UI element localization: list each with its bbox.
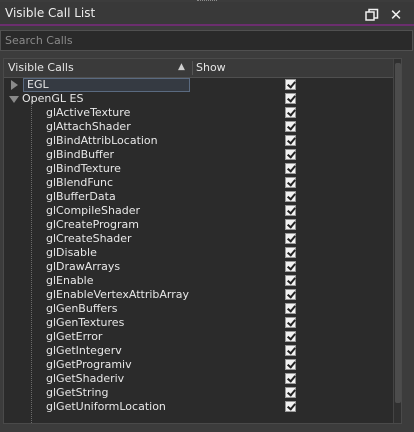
call-label: glDisable <box>46 246 97 259</box>
scrollbar-thumb[interactable] <box>395 63 401 403</box>
call-label: glBlendFunc <box>46 176 114 189</box>
show-checkbox[interactable] <box>285 359 296 370</box>
call-row[interactable]: glGetUniformLocation <box>4 400 393 414</box>
call-row[interactable]: glGetProgramiv <box>4 358 393 372</box>
tree-group-row[interactable]: EGL <box>4 78 393 92</box>
column-header-calls[interactable]: Visible Calls <box>8 61 74 74</box>
call-row[interactable]: glBindBuffer <box>4 148 393 162</box>
call-label: glBindAttribLocation <box>46 134 158 147</box>
show-checkbox[interactable] <box>285 135 296 146</box>
call-row[interactable]: glCompileShader <box>4 204 393 218</box>
search-box[interactable] <box>0 30 413 51</box>
show-checkbox[interactable] <box>285 219 296 230</box>
show-checkbox[interactable] <box>285 289 296 300</box>
call-row[interactable]: glGenTextures <box>4 316 393 330</box>
call-label: glActiveTexture <box>46 106 131 119</box>
title-bar: Visible Call List ✕ <box>0 2 414 24</box>
close-icon[interactable]: ✕ <box>388 7 404 23</box>
call-row[interactable]: glEnableVertexAttribArray <box>4 288 393 302</box>
call-row[interactable]: glAttachShader <box>4 120 393 134</box>
call-row[interactable]: glBufferData <box>4 190 393 204</box>
call-row[interactable]: glBlendFunc <box>4 176 393 190</box>
search-input[interactable] <box>5 33 405 48</box>
show-checkbox[interactable] <box>285 387 296 398</box>
show-checkbox[interactable] <box>285 177 296 188</box>
call-label: glGetUniformLocation <box>46 400 166 413</box>
show-checkbox[interactable] <box>285 205 296 216</box>
show-checkbox[interactable] <box>285 121 296 132</box>
show-checkbox[interactable] <box>285 401 296 412</box>
call-row[interactable]: glBindTexture <box>4 162 393 176</box>
call-row[interactable]: glGenBuffers <box>4 302 393 316</box>
show-checkbox[interactable] <box>285 345 296 356</box>
group-label: OpenGL ES <box>22 92 84 105</box>
call-label: glCreateShader <box>46 232 132 245</box>
call-row[interactable]: glCreateProgram <box>4 218 393 232</box>
call-label: glGetError <box>46 330 103 343</box>
show-checkbox[interactable] <box>285 275 296 286</box>
show-checkbox[interactable] <box>285 93 296 104</box>
call-row[interactable]: glGetError <box>4 330 393 344</box>
call-row[interactable]: glDrawArrays <box>4 260 393 274</box>
show-checkbox[interactable] <box>285 373 296 384</box>
call-label: glAttachShader <box>46 120 131 133</box>
group-label: EGL <box>27 78 49 91</box>
call-row[interactable]: glGetShaderiv <box>4 372 393 386</box>
show-checkbox[interactable] <box>285 233 296 244</box>
table-header: Visible Calls ▲ Show <box>4 59 393 78</box>
show-checkbox[interactable] <box>285 149 296 160</box>
show-checkbox[interactable] <box>285 163 296 174</box>
sort-ascending-icon[interactable]: ▲ <box>178 62 185 72</box>
call-label: glEnable <box>46 274 94 287</box>
call-row[interactable]: glBindAttribLocation <box>4 134 393 148</box>
tree-group-row[interactable]: OpenGL ES <box>4 92 393 106</box>
call-label: glDrawArrays <box>46 260 121 273</box>
call-label: glCompileShader <box>46 204 140 217</box>
expand-arrow-down-icon[interactable] <box>9 96 19 103</box>
show-checkbox[interactable] <box>285 331 296 342</box>
call-row[interactable]: glActiveTexture <box>4 106 393 120</box>
call-label: glGenTextures <box>46 316 125 329</box>
show-checkbox[interactable] <box>285 191 296 202</box>
call-row[interactable]: glGetIntegerv <box>4 344 393 358</box>
call-list-panel: Visible Calls ▲ Show EGL OpenGL ES glActiv… <box>3 58 402 424</box>
float-window-icon[interactable] <box>365 8 379 22</box>
call-label: glGetShaderiv <box>46 372 125 385</box>
vertical-scrollbar[interactable] <box>393 59 401 423</box>
call-row[interactable]: glEnable <box>4 274 393 288</box>
window-title: Visible Call List <box>5 6 96 20</box>
call-row[interactable]: glGetString <box>4 386 393 400</box>
show-checkbox[interactable] <box>285 303 296 314</box>
call-label: glBindTexture <box>46 162 121 175</box>
show-checkbox[interactable] <box>285 247 296 258</box>
show-checkbox[interactable] <box>285 107 296 118</box>
call-label: glBufferData <box>46 190 116 203</box>
call-label: glGenBuffers <box>46 302 118 315</box>
call-label: glBindBuffer <box>46 148 114 161</box>
call-label: glGetString <box>46 386 109 399</box>
call-label: glGetIntegerv <box>46 344 122 357</box>
title-accent-line <box>0 24 414 26</box>
column-header-show[interactable]: Show <box>196 61 226 74</box>
show-checkbox[interactable] <box>285 261 296 272</box>
show-checkbox[interactable] <box>285 317 296 328</box>
call-row[interactable]: glCreateShader <box>4 232 393 246</box>
expand-arrow-right-icon[interactable] <box>11 80 18 90</box>
call-label: glGetProgramiv <box>46 358 132 371</box>
call-label: glCreateProgram <box>46 218 140 231</box>
call-label: glEnableVertexAttribArray <box>46 288 190 301</box>
call-row[interactable]: glDisable <box>4 246 393 260</box>
column-divider[interactable] <box>192 61 193 75</box>
show-checkbox[interactable] <box>285 79 296 90</box>
